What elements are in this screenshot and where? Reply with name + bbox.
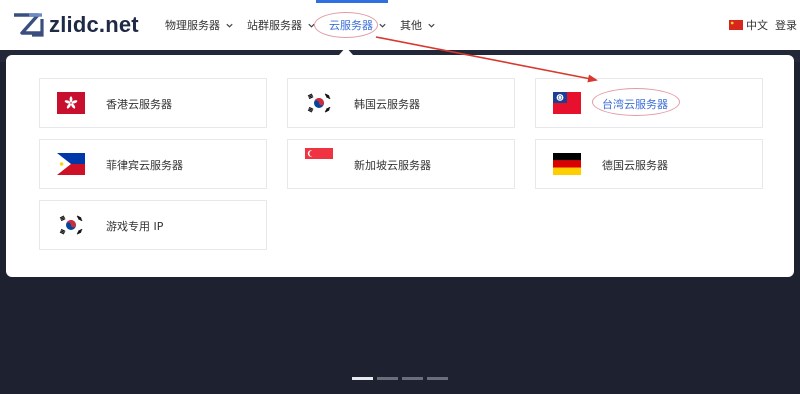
- menu-card-gaming-ip[interactable]: 游戏专用 IP: [39, 200, 267, 250]
- taiwan-flag-icon: [553, 92, 581, 114]
- south-korea-flag-icon: [57, 214, 85, 236]
- nav-item-site-cluster-servers[interactable]: 站群服务器: [247, 0, 316, 50]
- site-logo[interactable]: zlidc.net: [12, 10, 139, 40]
- chevron-down-icon: [379, 23, 386, 28]
- nav-item-label: 云服务器: [329, 19, 373, 32]
- carousel-dot[interactable]: [402, 377, 423, 380]
- menu-card-label: 游戏专用 IP: [106, 220, 164, 233]
- menu-card-singapore[interactable]: 新加坡云服务器: [287, 139, 515, 189]
- nav-item-label: 物理服务器: [165, 19, 220, 32]
- menu-card-label: 新加坡云服务器: [354, 159, 431, 172]
- carousel-indicators: [352, 377, 452, 381]
- chevron-down-icon: [226, 23, 233, 28]
- singapore-flag-icon: [305, 148, 333, 170]
- menu-card-label: 德国云服务器: [602, 159, 668, 172]
- nav-item-label: 其他: [400, 19, 422, 32]
- carousel-dot[interactable]: [427, 377, 448, 380]
- login-link[interactable]: 登录: [775, 0, 797, 50]
- zl-logo-icon: [14, 13, 44, 37]
- dropdown-caret: [339, 47, 353, 55]
- menu-card-label: 香港云服务器: [106, 98, 172, 111]
- germany-flag-icon: [553, 153, 581, 175]
- nav-item-physical-servers[interactable]: 物理服务器: [165, 0, 234, 50]
- site-header: zlidc.net 物理服务器 站群服务器 云服务器 其他 中文 登录: [0, 0, 800, 50]
- brand-name: zlidc.net: [49, 12, 139, 37]
- carousel-dot[interactable]: [377, 377, 398, 380]
- menu-card-philippines[interactable]: 菲律宾云服务器: [39, 139, 267, 189]
- menu-card-label: 台湾云服务器: [602, 98, 668, 111]
- nav-item-cloud-servers[interactable]: 云服务器: [316, 0, 388, 50]
- menu-card-hong-kong[interactable]: 香港云服务器: [39, 78, 267, 128]
- menu-card-label: 菲律宾云服务器: [106, 159, 183, 172]
- chevron-down-icon: [308, 23, 315, 28]
- login-label: 登录: [775, 19, 797, 32]
- hong-kong-flag-icon: [57, 92, 85, 114]
- language-switcher[interactable]: 中文: [729, 0, 768, 50]
- menu-card-germany[interactable]: 德国云服务器: [535, 139, 763, 189]
- menu-card-korea[interactable]: 韩国云服务器: [287, 78, 515, 128]
- nav-item-other[interactable]: 其他: [400, 0, 436, 50]
- nav-item-label: 站群服务器: [247, 19, 302, 32]
- carousel-dot[interactable]: [352, 377, 373, 380]
- philippines-flag-icon: [57, 153, 85, 175]
- chevron-down-icon: [428, 23, 435, 28]
- menu-card-taiwan[interactable]: 台湾云服务器: [535, 78, 763, 128]
- cloud-server-dropdown: 香港云服务器 韩国云服务器 台湾云服务器 菲律宾云服务器 新加坡云服务器 德国云…: [6, 55, 794, 277]
- language-label: 中文: [746, 19, 768, 32]
- south-korea-flag-icon: [305, 92, 333, 114]
- china-flag-icon: [729, 20, 743, 30]
- menu-card-label: 韩国云服务器: [354, 98, 420, 111]
